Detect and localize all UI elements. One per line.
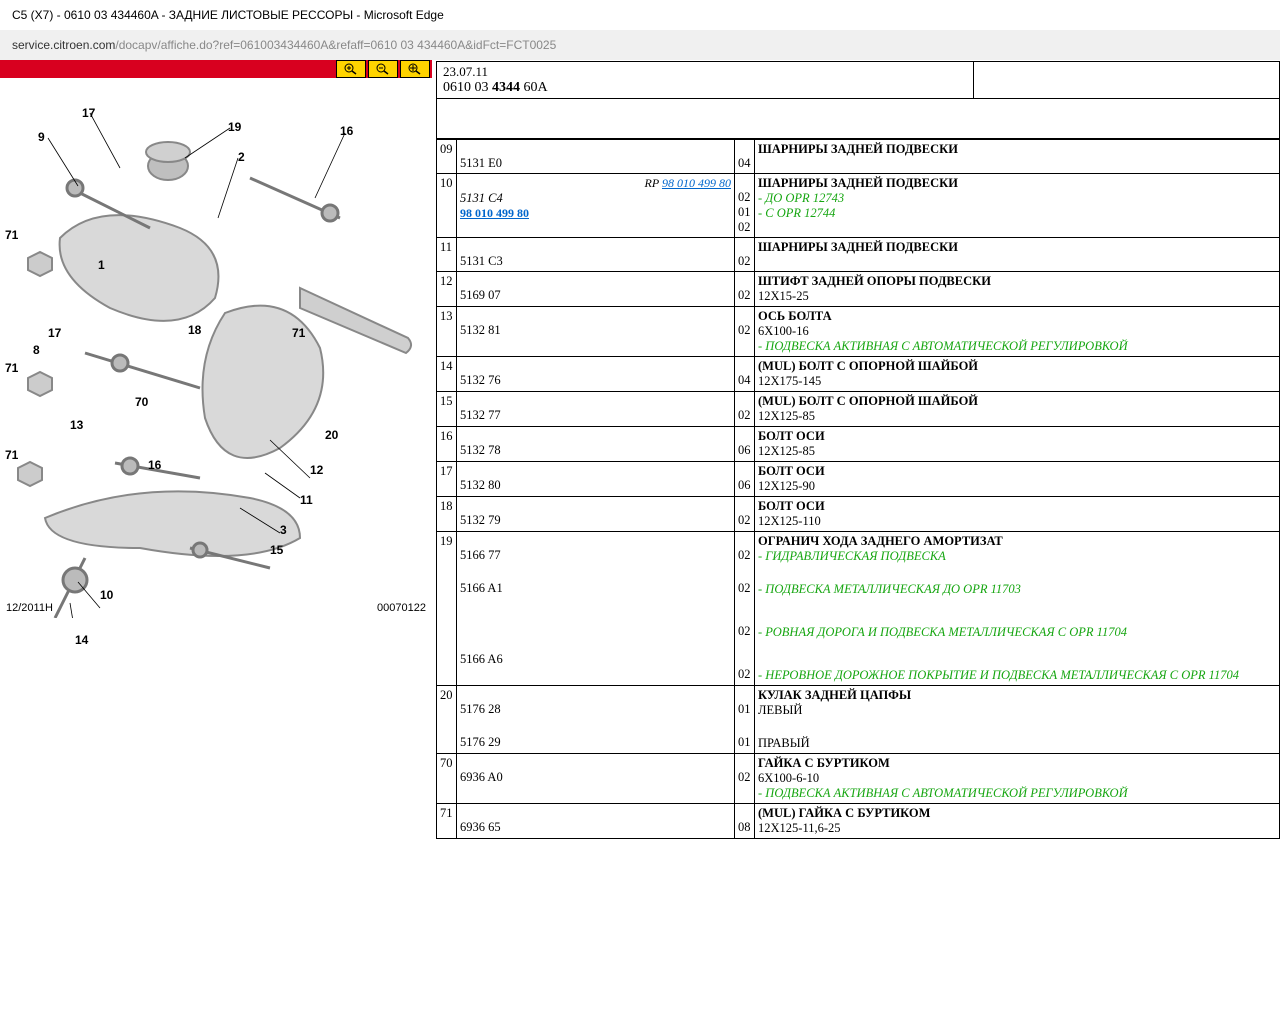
part-row[interactable]: 155132 7702(MUL) БОЛТ С ОПОРНОЙ ШАЙБОЙ12… (437, 392, 1280, 427)
part-row[interactable]: 195166 775166 A15166 A602020202ОГРАНИЧ Х… (437, 532, 1280, 686)
part-row[interactable]: 716936 6508(MUL) ГАЙКА С БУРТИКОМ12X125-… (437, 804, 1280, 839)
part-row[interactable]: 115131 C302ШАРНИРЫ ЗАДНЕЙ ПОДВЕСКИ (437, 238, 1280, 272)
rp-link[interactable]: 98 010 499 80 (662, 176, 731, 190)
image-toolbar (0, 60, 432, 78)
part-link[interactable]: 98 010 499 80 (460, 206, 529, 220)
part-row[interactable]: 165132 7806БОЛТ ОСИ12X125-85 (437, 427, 1280, 462)
parts-diagram[interactable]: 17 9 19 2 16 71 1 17 8 71 18 71 13 70 71… (0, 78, 432, 618)
part-row[interactable]: 125169 0702ШТИФТ ЗАДНЕЙ ОПОРЫ ПОДВЕСКИ12… (437, 272, 1280, 307)
zoom-fit-button[interactable] (400, 60, 430, 78)
part-row[interactable]: 095131 E004ШАРНИРЫ ЗАДНЕЙ ПОДВЕСКИ (437, 140, 1280, 174)
part-row[interactable]: 10RP 98 010 499 805131 C498 010 499 8002… (437, 174, 1280, 238)
zoom-out-button[interactable] (368, 60, 398, 78)
part-row[interactable]: 706936 A002ГАЙКА С БУРТИКОМ6X100-6-10- П… (437, 754, 1280, 804)
window-titlebar: C5 (X7) - 0610 03 434460A - ЗАДНИЕ ЛИСТО… (0, 0, 1280, 30)
part-row[interactable]: 175132 8006БОЛТ ОСИ12X125-90 (437, 462, 1280, 497)
doc-header: 23.07.11 0610 03 4344 60A (436, 61, 1280, 99)
part-row[interactable]: 145132 7604(MUL) БОЛТ С ОПОРНОЙ ШАЙБОЙ12… (437, 357, 1280, 392)
parts-table: 095131 E004ШАРНИРЫ ЗАДНЕЙ ПОДВЕСКИ10RP 9… (436, 139, 1280, 839)
part-row[interactable]: 205176 285176 290101КУЛАК ЗАДНЕЙ ЦАПФЫЛЕ… (437, 686, 1280, 754)
part-row[interactable]: 135132 8102ОСЬ БОЛТА6X100-16- ПОДВЕСКА А… (437, 307, 1280, 357)
zoom-in-button[interactable] (336, 60, 366, 78)
part-row[interactable]: 185132 7902БОЛТ ОСИ12X125-110 (437, 497, 1280, 532)
address-bar[interactable]: service.citroen.com/docapv/affiche.do?re… (0, 30, 1280, 60)
